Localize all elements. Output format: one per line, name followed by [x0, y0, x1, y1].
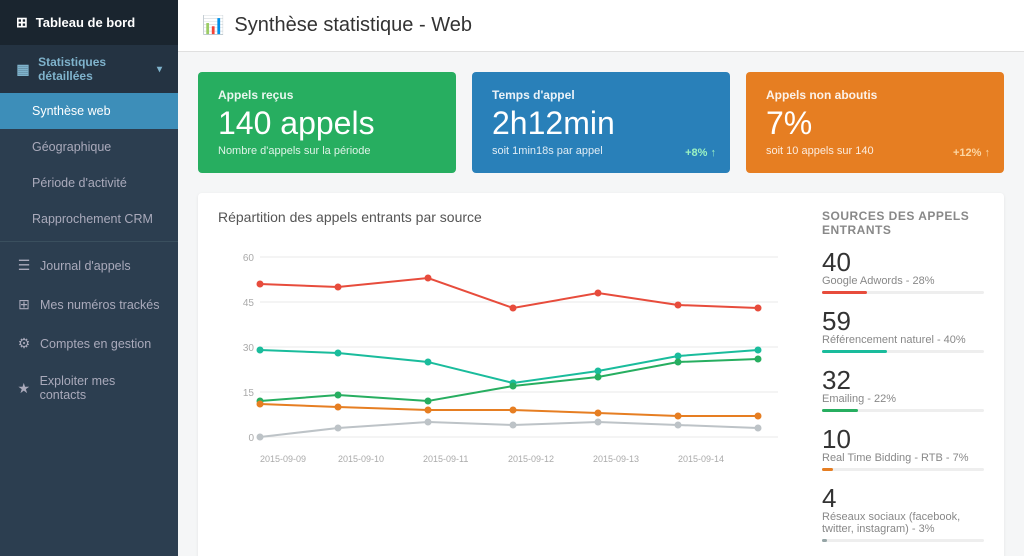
stat-card-value: 7%	[766, 106, 984, 141]
stat-card-label: Appels reçus	[218, 88, 436, 102]
svg-text:2015-09-12: 2015-09-12	[508, 454, 554, 464]
source-value: 10	[822, 426, 984, 452]
stat-card-label: Temps d'appel	[492, 88, 710, 102]
stat-card-sub: soit 10 appels sur 140	[766, 145, 984, 157]
sidebar-item-label: Exploiter mes contacts	[40, 374, 162, 402]
source-value: 59	[822, 308, 984, 334]
stat-card-appels-non-aboutis: Appels non aboutis 7% soit 10 appels sur…	[746, 72, 1004, 173]
star-icon: ★	[16, 380, 32, 397]
source-bar-track	[822, 468, 984, 471]
source-desc: Référencement naturel - 40%	[822, 334, 984, 346]
source-desc: Real Time Bidding - RTB - 7%	[822, 452, 984, 464]
source-item-reseaux: 4 Réseaux sociaux (facebook, twitter, in…	[822, 485, 984, 542]
chart-area: 60 45 30 15 0 2015-09-09 2015-09-10 2015…	[218, 237, 798, 512]
chart-section: Répartition des appels entrants par sour…	[198, 193, 1004, 556]
main-header: 📊 Synthèse statistique - Web	[178, 0, 1024, 52]
sidebar-item-label: Géographique	[32, 140, 111, 154]
stat-card-sub: Nombre d'appels sur la période	[218, 145, 436, 157]
gear-icon: ⚙	[16, 335, 32, 352]
source-bar-fill	[822, 468, 833, 471]
sidebar-item-synthese[interactable]: Synthèse web	[0, 93, 178, 129]
sidebar-item-comptes[interactable]: ⚙ Comptes en gestion	[0, 324, 178, 363]
stat-card-label: Appels non aboutis	[766, 88, 984, 102]
stat-card-badge: +8% ↑	[685, 147, 716, 159]
source-bar-fill	[822, 409, 858, 412]
source-bar-track	[822, 409, 984, 412]
sidebar-header[interactable]: ⊞ Tableau de bord	[0, 0, 178, 45]
sources-title: Sources des appels entrants	[822, 209, 984, 237]
sidebar-item-statistiques[interactable]: ▦ Statistiques détaillées ▾	[0, 45, 178, 93]
source-desc: Emailing - 22%	[822, 393, 984, 405]
source-bar-track	[822, 291, 984, 294]
source-item-referencement: 59 Référencement naturel - 40%	[822, 308, 984, 353]
source-value: 4	[822, 485, 984, 511]
main-content-body: Appels reçus 140 appels Nombre d'appels …	[178, 52, 1024, 556]
grid-icon: ⊞	[16, 14, 28, 31]
svg-text:0: 0	[248, 433, 254, 444]
bar-chart-icon: ▦	[16, 61, 30, 78]
svg-text:2015-09-14: 2015-09-14	[678, 454, 724, 464]
source-value: 32	[822, 367, 984, 393]
svg-text:45: 45	[243, 298, 255, 309]
source-item-rtb: 10 Real Time Bidding - RTB - 7%	[822, 426, 984, 471]
source-value: 40	[822, 249, 984, 275]
source-bar-track	[822, 539, 984, 542]
sidebar-item-label: Mes numéros trackés	[40, 298, 159, 312]
chart-right-sources: Sources des appels entrants 40 Google Ad…	[822, 209, 984, 556]
sidebar-item-label: Rapprochement CRM	[32, 212, 153, 226]
source-bar-fill	[822, 350, 887, 353]
sidebar-item-label: Statistiques détaillées	[38, 55, 149, 83]
sidebar-item-label: Journal d'appels	[40, 259, 131, 273]
sidebar-header-label: Tableau de bord	[36, 15, 135, 30]
sidebar-item-numeros[interactable]: ⊞ Mes numéros trackés	[0, 285, 178, 324]
sidebar-item-label: Synthèse web	[32, 104, 111, 118]
sidebar-item-label: Comptes en gestion	[40, 337, 151, 351]
stat-card-temps-appel: Temps d'appel 2h12min soit 1min18s par a…	[472, 72, 730, 173]
source-bar-track	[822, 350, 984, 353]
chart-left: Répartition des appels entrants par sour…	[218, 209, 798, 556]
source-item-emailing: 32 Emailing - 22%	[822, 367, 984, 412]
stat-card-value: 2h12min	[492, 106, 710, 141]
chart-bar-icon: 📊	[202, 15, 224, 36]
sidebar-item-contacts[interactable]: ★ Exploiter mes contacts	[0, 363, 178, 413]
svg-text:30: 30	[243, 343, 255, 354]
line-chart-svg: 60 45 30 15 0 2015-09-09 2015-09-10 2015…	[218, 237, 798, 507]
sidebar: ⊞ Tableau de bord ▦ Statistiques détaill…	[0, 0, 178, 556]
sidebar-item-periode[interactable]: Période d'activité	[0, 165, 178, 201]
source-desc: Google Adwords - 28%	[822, 275, 984, 287]
svg-text:2015-09-09: 2015-09-09	[260, 454, 306, 464]
stat-card-value: 140 appels	[218, 106, 436, 141]
chevron-down-icon: ▾	[157, 64, 162, 75]
svg-text:2015-09-10: 2015-09-10	[338, 454, 384, 464]
stat-cards-container: Appels reçus 140 appels Nombre d'appels …	[198, 72, 1004, 173]
stat-card-badge: +12% ↑	[953, 147, 990, 159]
source-bar-fill	[822, 539, 827, 542]
stat-card-appels-recus: Appels reçus 140 appels Nombre d'appels …	[198, 72, 456, 173]
source-bar-fill	[822, 291, 867, 294]
sidebar-item-label: Période d'activité	[32, 176, 127, 190]
svg-text:2015-09-13: 2015-09-13	[593, 454, 639, 464]
sidebar-item-journal[interactable]: ☰ Journal d'appels	[0, 246, 178, 285]
stat-card-sub: soit 1min18s par appel	[492, 145, 710, 157]
svg-text:60: 60	[243, 253, 255, 264]
sidebar-divider	[0, 241, 178, 242]
tracking-icon: ⊞	[16, 296, 32, 313]
page-title: Synthèse statistique - Web	[234, 14, 472, 37]
sidebar-item-rapprochement[interactable]: Rapprochement CRM	[0, 201, 178, 237]
svg-text:15: 15	[243, 388, 255, 399]
svg-text:2015-09-11: 2015-09-11	[423, 454, 468, 464]
main-content: 📊 Synthèse statistique - Web Appels reçu…	[178, 0, 1024, 556]
chart-title: Répartition des appels entrants par sour…	[218, 209, 798, 225]
journal-icon: ☰	[16, 257, 32, 274]
source-item-google: 40 Google Adwords - 28%	[822, 249, 984, 294]
sidebar-item-geographique[interactable]: Géographique	[0, 129, 178, 165]
source-desc: Réseaux sociaux (facebook, twitter, inst…	[822, 511, 984, 535]
